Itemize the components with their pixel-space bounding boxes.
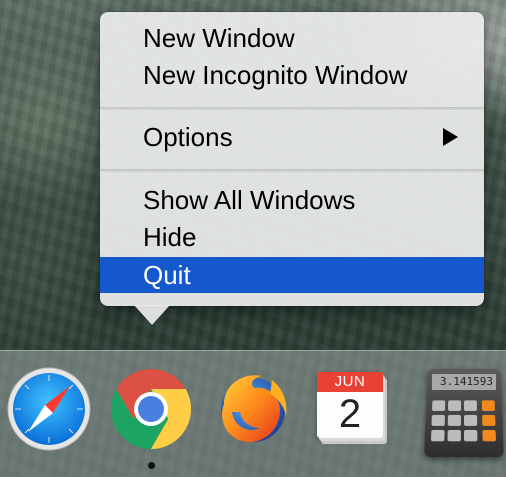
calendar-month: JUN [317, 372, 383, 392]
dock-app-calculator[interactable]: 3.141593 [416, 364, 506, 460]
menu-item-show-all-windows[interactable]: Show All Windows [100, 182, 484, 218]
menu-item-label: Hide [143, 222, 197, 252]
calculator-display: 3.141593 [432, 374, 496, 390]
dock-app-safari[interactable] [6, 366, 92, 452]
safari-icon [7, 367, 91, 451]
menu-item-label: New Incognito Window [143, 60, 408, 90]
menu-separator [100, 169, 484, 172]
menu-item-label: Options [143, 122, 233, 152]
menu-item-label: Show All Windows [143, 185, 356, 215]
running-indicator [148, 462, 155, 469]
menu-item-options[interactable]: Options [100, 119, 484, 155]
dock-app-firefox[interactable] [210, 366, 296, 452]
calendar-icon: JUN 2 [317, 372, 383, 438]
menu-item-quit[interactable]: Quit [100, 257, 484, 293]
submenu-arrow-icon [443, 128, 458, 146]
chrome-icon [111, 369, 191, 449]
menu-pointer [134, 305, 170, 325]
firefox-icon [221, 375, 287, 442]
dock-context-menu: New Window New Incognito Window Options … [100, 12, 484, 306]
menu-item-label: Quit [143, 260, 191, 290]
menu-item-new-incognito-window[interactable]: New Incognito Window [100, 57, 484, 93]
menu-separator [100, 107, 484, 110]
dock-app-calendar[interactable]: JUN 2 [317, 372, 389, 444]
menu-item-label: New Window [143, 23, 295, 53]
menu-item-hide[interactable]: Hide [100, 219, 484, 255]
menu-item-new-window[interactable]: New Window [100, 20, 484, 56]
dock-app-chrome[interactable] [108, 366, 194, 452]
calendar-day: 2 [338, 392, 362, 436]
